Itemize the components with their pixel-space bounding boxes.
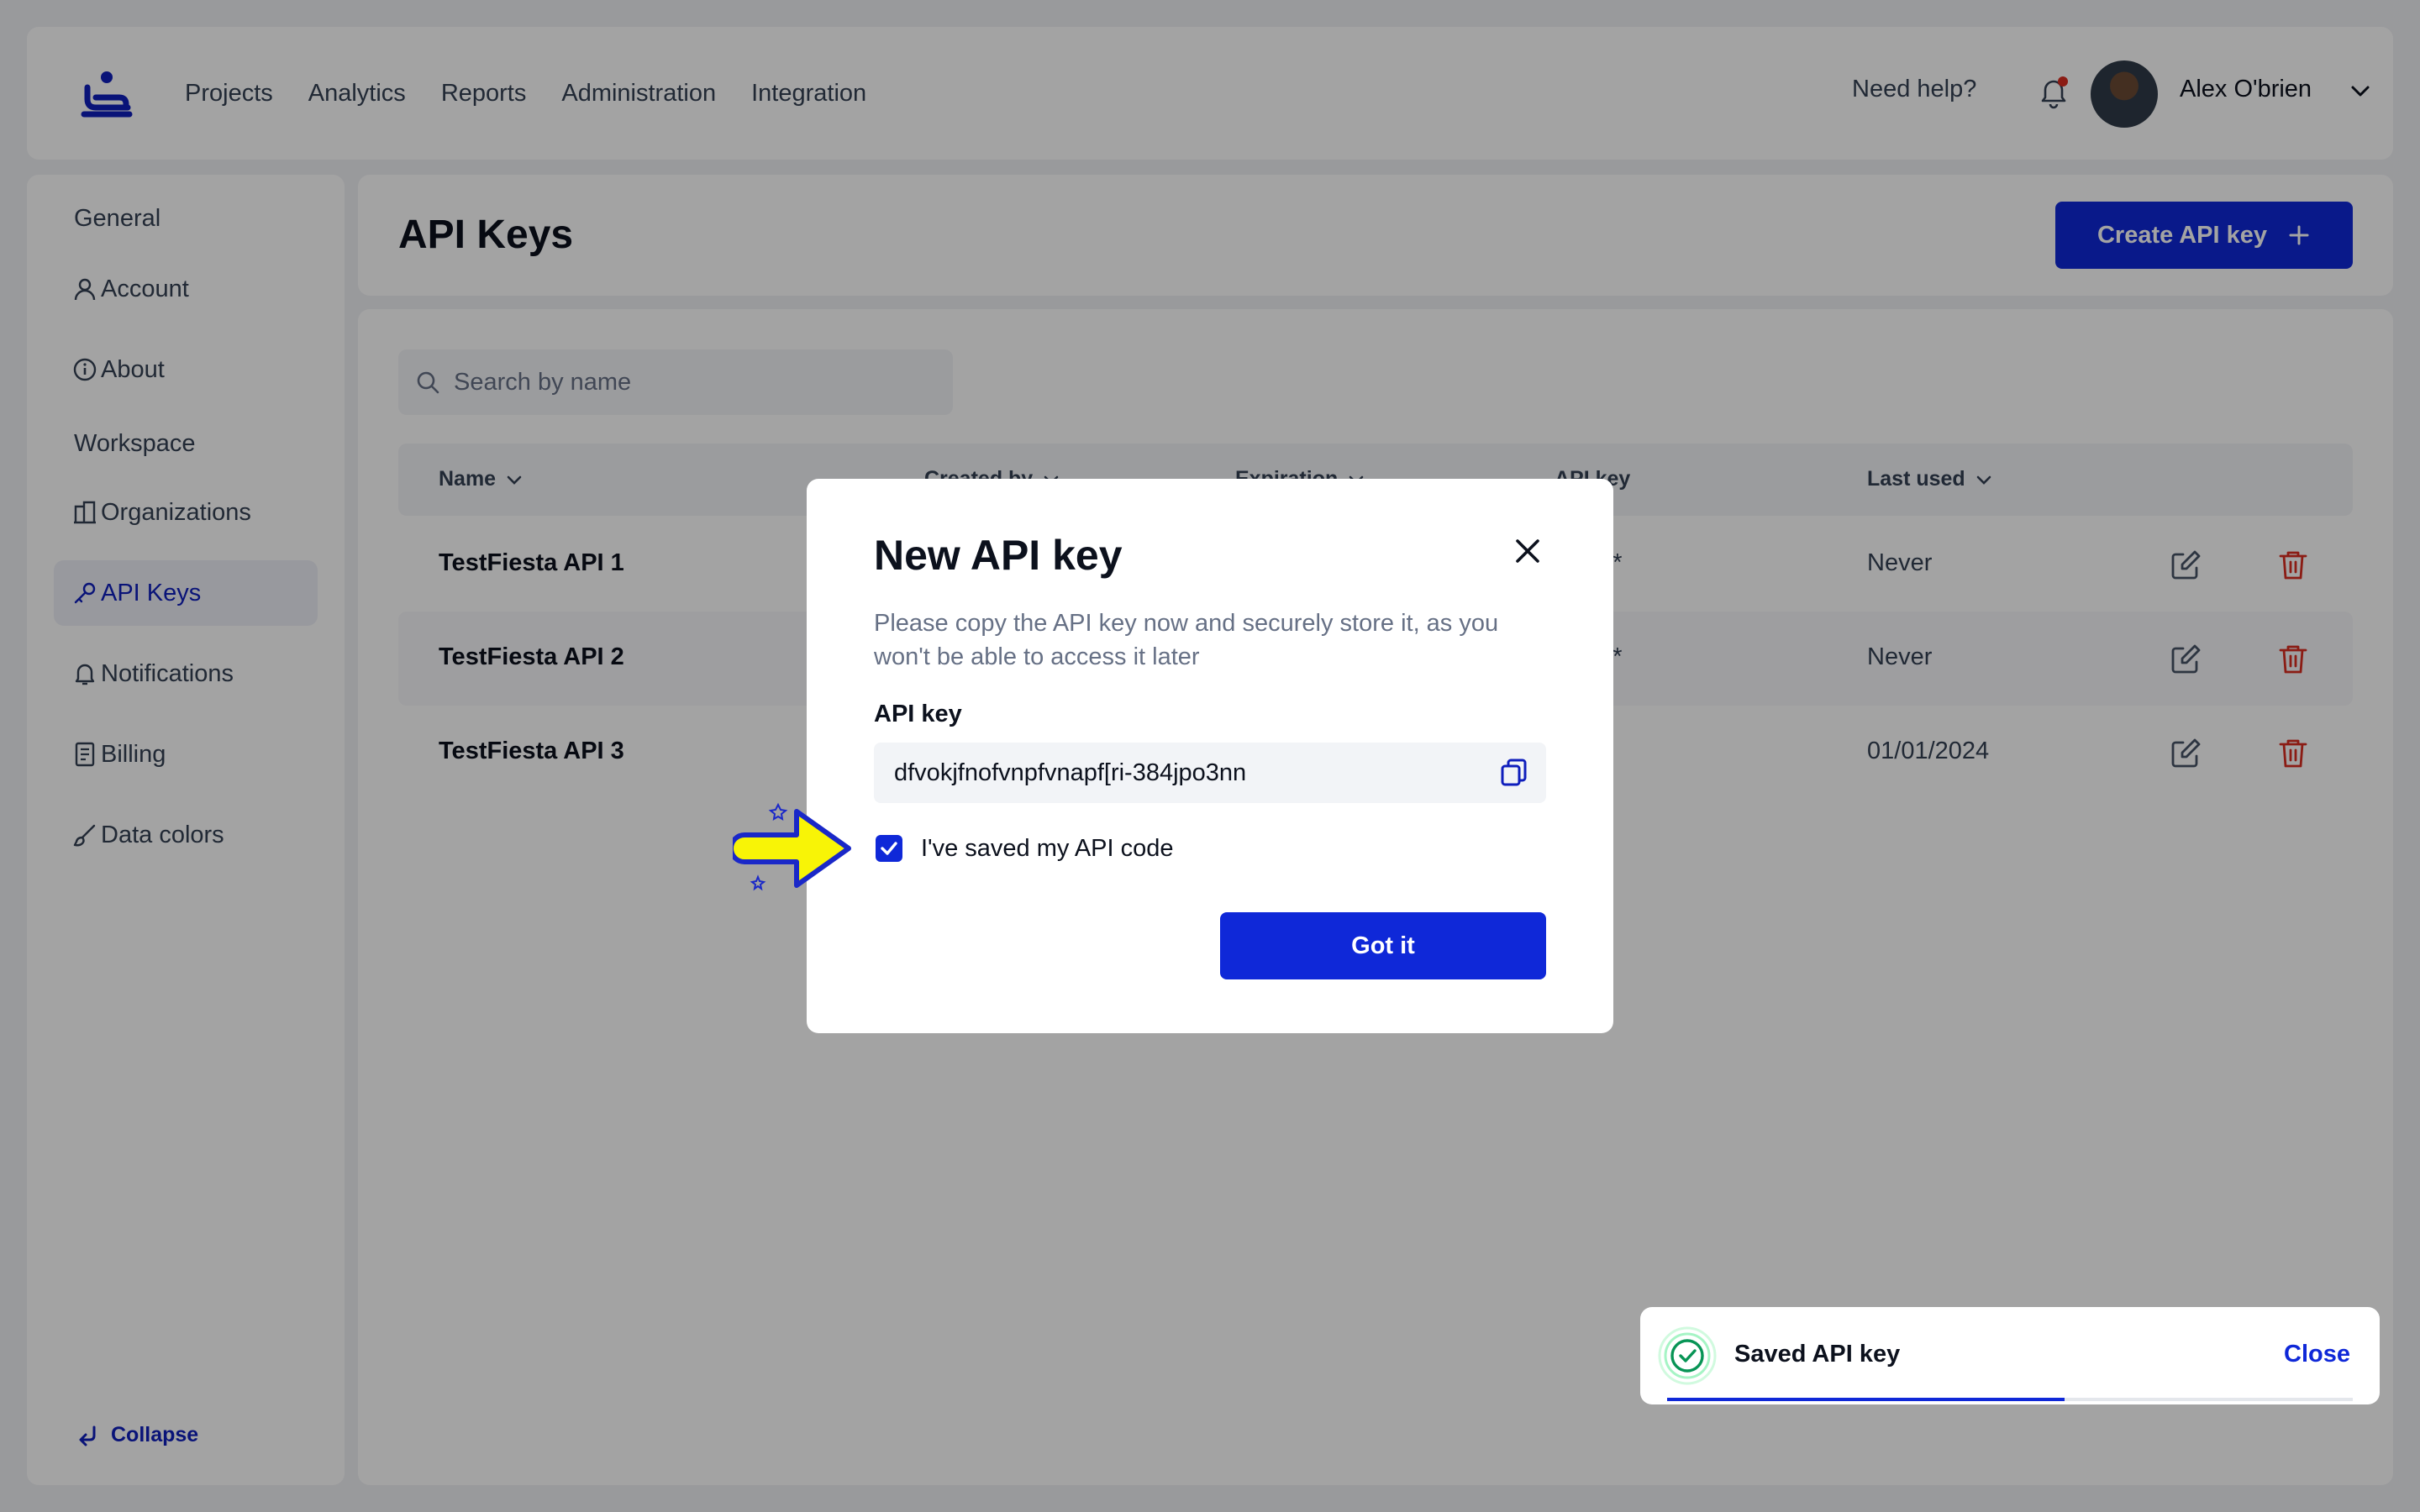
- got-it-label: Got it: [1351, 932, 1415, 959]
- success-toast: Saved API key Close: [1640, 1307, 2380, 1404]
- check-circle-icon: [1658, 1326, 1717, 1385]
- checkmark-icon: [881, 842, 897, 855]
- api-key-field[interactable]: dfvokjfnofvnpfvnapf[ri-384jpo3nn: [874, 743, 1546, 803]
- got-it-button[interactable]: Got it: [1220, 912, 1546, 979]
- toast-progress-track: [1667, 1398, 2353, 1401]
- toast-message: Saved API key: [1734, 1341, 1901, 1368]
- toast-progress-bar: [1667, 1398, 2065, 1401]
- dialog-description: Please copy the API key now and securely…: [874, 610, 1499, 670]
- close-icon[interactable]: [1509, 533, 1546, 570]
- api-key-label: API key: [874, 701, 962, 727]
- api-key-value[interactable]: dfvokjfnofvnpfvnapf[ri-384jpo3nn: [894, 759, 1246, 787]
- new-api-key-dialog: New API key Please copy the API key now …: [807, 479, 1613, 1033]
- saved-api-code-checkbox[interactable]: [876, 835, 902, 862]
- highlight-arrow-icon: [733, 802, 851, 891]
- copy-icon[interactable]: [1497, 756, 1531, 790]
- checkbox-label[interactable]: I've saved my API code: [921, 835, 1174, 863]
- dialog-title: New API key: [874, 532, 1123, 579]
- toast-close-button[interactable]: Close: [2284, 1341, 2350, 1368]
